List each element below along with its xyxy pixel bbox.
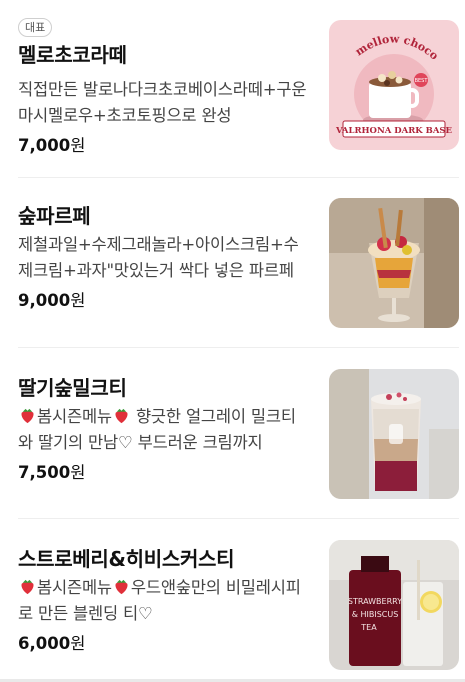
price-currency: 원 bbox=[70, 136, 86, 155]
strawberry-icon bbox=[21, 579, 34, 595]
divider bbox=[18, 177, 459, 178]
menu-item-price: 6,000원 bbox=[18, 633, 310, 655]
menu-item-price: 7,500원 bbox=[18, 462, 310, 484]
price-currency: 원 bbox=[70, 463, 86, 482]
menu-item-text: 딸기숲밀크티 봄시즌메뉴 향긋한 얼그레이 밀크티와 딸기의 만남♡ 부드러운 … bbox=[18, 369, 310, 499]
menu-item-description: 봄시즌메뉴 향긋한 얼그레이 밀크티와 딸기의 만남♡ 부드러운 크림까지 bbox=[18, 404, 310, 456]
bottle-label-line2: & HIBISCUS bbox=[352, 610, 399, 619]
menu-item-forest-parfait[interactable]: 숲파르페 제철과일+수제그래놀라+아이스크림+수제크림+과자"맛있는거 싹다 넣… bbox=[18, 198, 459, 328]
strawberry-icon bbox=[21, 408, 34, 424]
menu-item-name: 멜로초코라떼 bbox=[18, 43, 127, 67]
image-banner-text: VALRHONA DARK BASE bbox=[335, 126, 453, 136]
strawberry-icon bbox=[115, 408, 128, 424]
price-currency: 원 bbox=[70, 291, 86, 310]
menu-list: 대표 멜로초코라떼 직접만든 발로나다크초코베이스라떼+구운 마시멜로우+초코토… bbox=[0, 0, 465, 682]
milk-tea-photo bbox=[329, 369, 459, 499]
menu-item-strawberry-milk-tea[interactable]: 딸기숲밀크티 봄시즌메뉴 향긋한 얼그레이 밀크티와 딸기의 만남♡ 부드러운 … bbox=[18, 369, 459, 499]
price-currency: 원 bbox=[70, 634, 86, 653]
strawberry-icon bbox=[115, 579, 128, 595]
price-value: 9,000 bbox=[18, 291, 71, 310]
menu-item-image[interactable]: STRAWBERRY & HIBISCUS TEA bbox=[329, 540, 459, 670]
menu-item-text: 숲파르페 제철과일+수제그래놀라+아이스크림+수제크림+과자"맛있는거 싹다 넣… bbox=[18, 198, 310, 328]
menu-item-price: 7,000원 bbox=[18, 135, 310, 157]
signature-badge: 대표 bbox=[18, 18, 53, 37]
menu-item-mellow-chocolatte[interactable]: 대표 멜로초코라떼 직접만든 발로나다크초코베이스라떼+구운 마시멜로우+초코토… bbox=[18, 16, 459, 157]
hibiscus-tea-photo: STRAWBERRY & HIBISCUS TEA bbox=[329, 540, 459, 670]
menu-item-image[interactable] bbox=[329, 198, 459, 328]
menu-item-name: 딸기숲밀크티 bbox=[18, 376, 127, 400]
menu-item-price: 9,000원 bbox=[18, 290, 310, 312]
menu-item-description: 봄시즌메뉴 우드앤숲만의 비밀레시피로 만든 블렌딩 티♡ bbox=[18, 575, 310, 627]
best-sticker-text: BEST bbox=[415, 78, 429, 84]
bottle-label-line1: STRAWBERRY bbox=[348, 597, 402, 606]
menu-item-name: 스트로베리&히비스커스티 bbox=[18, 547, 235, 571]
menu-item-strawberry-hibiscus-tea[interactable]: 스트로베리&히비스커스티 봄시즌메뉴 우드앤숲만의 비밀레시피로 만든 블렌딩 티… bbox=[18, 540, 459, 670]
bottle-label-line3: TEA bbox=[360, 623, 377, 632]
season-label: 봄시즌메뉴 bbox=[37, 578, 112, 597]
menu-item-text: 대표 멜로초코라떼 직접만든 발로나다크초코베이스라떼+구운 마시멜로우+초코토… bbox=[18, 16, 310, 157]
menu-item-text: 스트로베리&히비스커스티 봄시즌메뉴 우드앤숲만의 비밀레시피로 만든 블렌딩 티… bbox=[18, 540, 310, 670]
menu-item-description: 제철과일+수제그래놀라+아이스크림+수제크림+과자"맛있는거 싹다 넣은 파르페 bbox=[18, 235, 299, 280]
divider bbox=[18, 518, 459, 519]
menu-item-image[interactable] bbox=[329, 369, 459, 499]
parfait-photo bbox=[329, 198, 459, 328]
menu-item-image[interactable]: mellow chocolatte BEST VALRHONA DARK BAS… bbox=[329, 20, 459, 150]
price-value: 7,000 bbox=[18, 136, 71, 155]
menu-item-description: 직접만든 발로나다크초코베이스라떼+구운 마시멜로우+초코토핑으로 완성 bbox=[18, 80, 307, 125]
season-label: 봄시즌메뉴 bbox=[37, 407, 112, 426]
price-value: 7,500 bbox=[18, 463, 71, 482]
mellow-chocolatte-photo: mellow chocolatte BEST VALRHONA DARK BAS… bbox=[329, 20, 459, 150]
divider bbox=[18, 347, 459, 348]
price-value: 6,000 bbox=[18, 634, 71, 653]
menu-item-name: 숲파르페 bbox=[18, 204, 91, 228]
